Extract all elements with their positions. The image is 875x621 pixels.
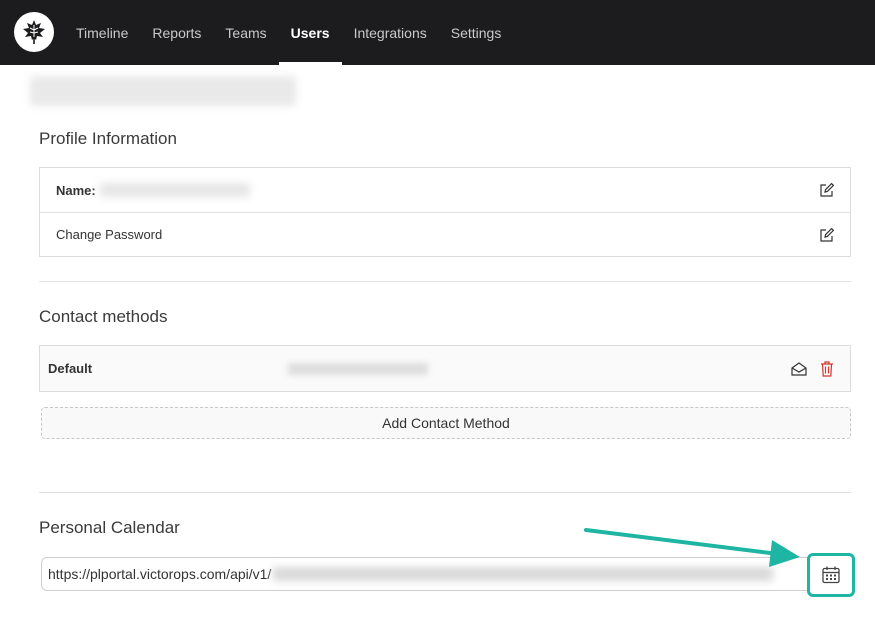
default-label: Default (48, 361, 93, 376)
calendar-button[interactable] (807, 553, 855, 597)
nav-users[interactable]: Users (278, 0, 342, 65)
calendar-section-title: Personal Calendar (39, 518, 180, 537)
delete-trash-icon[interactable] (818, 360, 836, 378)
nav-teams[interactable]: Teams (213, 0, 278, 65)
change-password-label: Change Password (56, 227, 163, 242)
redacted-email-value (288, 363, 428, 375)
name-label: Name: (56, 182, 96, 198)
add-contact-method-button[interactable]: Add Contact Method (41, 407, 851, 439)
contact-section-title: Contact methods (39, 307, 168, 326)
contact-default-row: Default (40, 346, 850, 391)
profile-card: Name: Change Password (39, 167, 851, 257)
contact-method-card: Default (39, 345, 851, 392)
top-nav-bar: Timeline Reports Teams Users Integration… (0, 0, 875, 65)
nav-integrations[interactable]: Integrations (342, 0, 439, 65)
redacted-name-value (99, 183, 250, 197)
change-password-row: Change Password (40, 212, 850, 256)
nav-reports[interactable]: Reports (140, 0, 213, 65)
edit-password-edit-icon[interactable] (818, 226, 836, 244)
logo-leaf-icon[interactable] (14, 12, 54, 52)
calendar-url-text: https://plportal.victorops.com/api/v1/ (48, 566, 272, 582)
redacted-url-token (273, 567, 774, 581)
calendar-url-field[interactable]: https://plportal.victorops.com/api/v1/ (41, 557, 813, 591)
nav-timeline[interactable]: Timeline (64, 0, 140, 65)
edit-name-edit-icon[interactable] (818, 181, 836, 199)
redacted-user-heading (30, 76, 296, 106)
main-nav: Timeline Reports Teams Users Integration… (64, 0, 513, 65)
envelope-open-icon[interactable] (790, 360, 808, 378)
nav-settings[interactable]: Settings (439, 0, 514, 65)
section-divider (39, 492, 851, 493)
profile-name-row: Name: (40, 168, 850, 212)
section-divider (39, 281, 851, 282)
calendar-icon (821, 565, 841, 585)
profile-section-title: Profile Information (39, 129, 177, 148)
